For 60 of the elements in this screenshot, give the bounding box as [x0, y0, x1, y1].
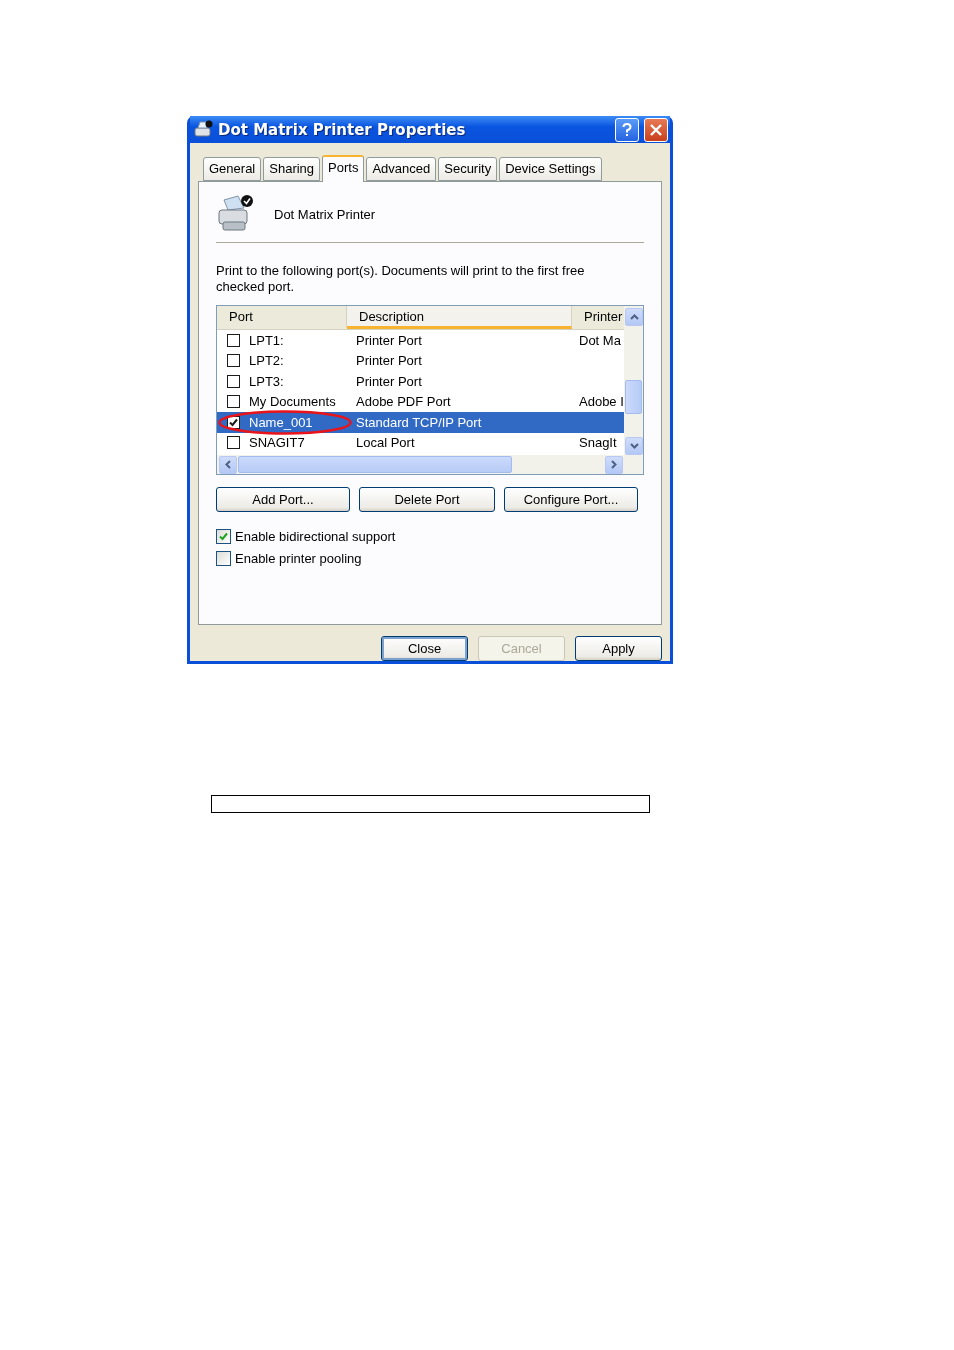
instructions-text: Print to the following port(s). Documents will print to the first free checked port.	[216, 263, 586, 295]
port-printer: Adobe I	[579, 394, 624, 410]
port-action-button[interactable]: Delete Port	[359, 487, 495, 512]
close-button[interactable]	[644, 117, 668, 142]
checkbox[interactable]	[227, 333, 240, 347]
tab[interactable]: General	[203, 157, 262, 181]
checkbox[interactable]	[227, 354, 240, 368]
help-button[interactable]	[615, 117, 639, 142]
printer-icon	[193, 119, 213, 140]
checkbox[interactable]	[227, 374, 240, 388]
option-checkbox[interactable]: Enable bidirectional support	[216, 529, 644, 544]
port-printer: Dot Ma	[579, 332, 622, 348]
scroll-thumb[interactable]	[238, 456, 512, 473]
checkbox[interactable]	[216, 529, 231, 544]
port-description: Adobe PDF Port	[356, 394, 452, 410]
port-description: Local Port	[356, 435, 416, 451]
port-row[interactable]: Name_001 Standard TCP/IP Port	[217, 412, 624, 433]
port-name: My Documents	[249, 394, 337, 410]
column-header[interactable]: Description	[347, 306, 572, 329]
tab[interactable]: Advanced	[366, 157, 437, 181]
checkbox[interactable]	[216, 551, 231, 566]
tab[interactable]: Ports	[322, 155, 365, 182]
port-row[interactable]: LPT2: Printer Port	[217, 350, 624, 371]
dialog-button[interactable]: Apply	[575, 636, 662, 661]
window-title: Dot Matrix Printer Properties	[218, 120, 467, 139]
dialog-button[interactable]: Close	[381, 636, 468, 661]
port-description: Printer Port	[356, 332, 423, 348]
port-description: Printer Port	[356, 373, 423, 389]
printer-icon	[216, 194, 254, 234]
scrollbar-corner	[624, 455, 643, 474]
checkbox[interactable]	[227, 436, 240, 450]
port-description: Standard TCP/IP Port	[356, 414, 483, 430]
close-icon	[650, 123, 662, 136]
scroll-down-button[interactable]	[625, 437, 643, 455]
scroll-up-button[interactable]	[625, 308, 643, 326]
printer-name: Dot Matrix Printer	[274, 206, 376, 222]
option-checkbox[interactable]: Enable printer pooling	[216, 551, 644, 566]
port-name: Name_001	[249, 414, 314, 430]
port-printer: SnagIt	[579, 435, 618, 451]
tab[interactable]: Security	[438, 157, 498, 181]
port-description: Printer Port	[356, 353, 423, 369]
port-name: LPT2:	[249, 353, 285, 369]
scroll-left-button[interactable]	[219, 455, 237, 474]
port-row[interactable]: SNAGIT7 Local Port SnagIt	[217, 432, 624, 453]
port-row[interactable]: LPT3: Printer Port	[217, 371, 624, 392]
port-name: LPT3:	[249, 373, 285, 389]
port-name: SNAGIT7	[249, 435, 306, 451]
tab[interactable]: Device Settings	[499, 157, 602, 181]
horizontal-scrollbar[interactable]	[217, 455, 624, 474]
tab[interactable]: Sharing	[263, 157, 321, 181]
vertical-scrollbar[interactable]	[624, 306, 643, 455]
port-name: LPT1:	[249, 332, 285, 348]
port-action-button[interactable]: Add Port...	[216, 487, 350, 512]
port-row[interactable]: My Documents Adobe PDF Port Adobe I	[217, 391, 624, 412]
help-icon	[622, 122, 632, 137]
scroll-thumb[interactable]	[625, 380, 642, 414]
port-action-button[interactable]: Configure Port...	[504, 487, 638, 512]
port-row[interactable]: LPT1: Printer Port Dot Ma	[217, 330, 624, 351]
scroll-right-button[interactable]	[605, 455, 623, 474]
checkbox[interactable]	[227, 395, 240, 409]
